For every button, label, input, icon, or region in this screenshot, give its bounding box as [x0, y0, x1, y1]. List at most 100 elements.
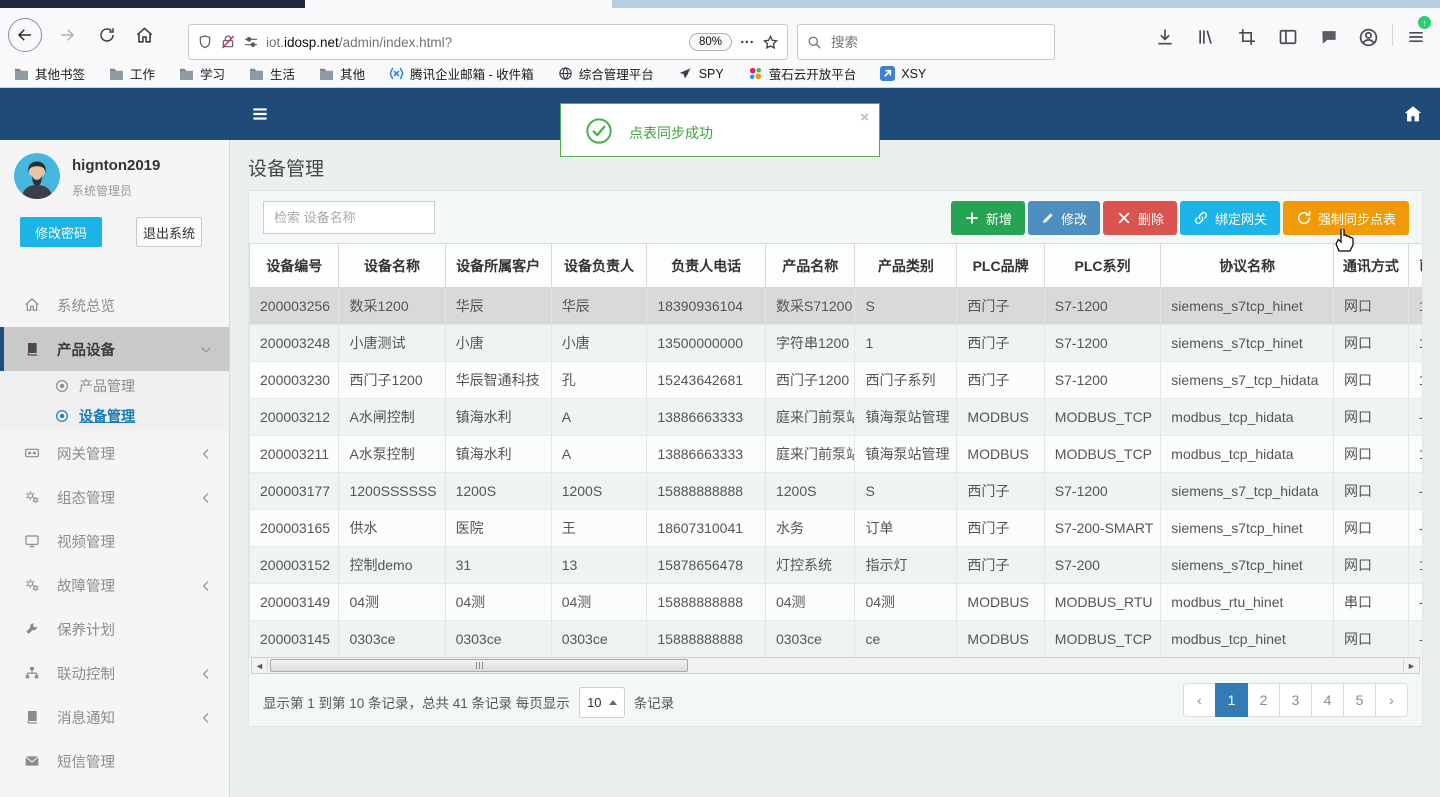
- column-header[interactable]: 产品类别: [854, 243, 958, 288]
- column-header[interactable]: PLC品牌: [956, 243, 1045, 288]
- bookmark-item[interactable]: 萤石云开放平台: [748, 64, 856, 83]
- sidebar-item-label: 产品管理: [79, 378, 135, 394]
- table-cell: 镇海泵站管理: [854, 398, 958, 436]
- horizontal-scrollbar[interactable]: ◄ ►: [251, 657, 1420, 674]
- page-button-2[interactable]: 2: [1247, 683, 1280, 717]
- scroll-right-arrow-icon[interactable]: ►: [1403, 658, 1419, 673]
- shield-icon[interactable]: [197, 34, 213, 50]
- table-cell: 镇海水利: [445, 435, 552, 473]
- sidebar-toggle-icon[interactable]: [1276, 25, 1300, 49]
- sidebar-item-产品管理[interactable]: 产品管理: [0, 371, 229, 401]
- page-button-prev[interactable]: ‹: [1183, 683, 1216, 717]
- account-icon[interactable]: [1356, 25, 1380, 49]
- bookmark-item[interactable]: 工作: [109, 64, 155, 83]
- reload-button[interactable]: [94, 22, 120, 48]
- book-icon: [24, 341, 44, 357]
- table-row[interactable]: 200003256 数采1200 华辰 华辰 18390936104 数采S71200 S 西…: [249, 287, 1422, 325]
- page-actions-icon[interactable]: [739, 34, 755, 50]
- change-password-button[interactable]: 修改密码: [20, 217, 102, 247]
- column-header[interactable]: PLC系列: [1043, 243, 1162, 288]
- bookmark-item[interactable]: 学习: [179, 64, 225, 83]
- sidebar-item-短信管理[interactable]: 短信管理: [0, 739, 229, 783]
- browser-search-bar[interactable]: [797, 24, 1055, 60]
- table-row[interactable]: 200003165 供水 医院王 18607310041 水务 订单 西门子 S7-200-S…: [249, 509, 1422, 547]
- toast-close-icon[interactable]: ×: [860, 109, 869, 126]
- arrow-app-icon: [880, 66, 896, 81]
- table-row[interactable]: 200003177 1200SSSSSS 1200S 1200S 15888888888…: [249, 472, 1422, 510]
- bookmark-item[interactable]: 腾讯企业邮箱 - 收件箱: [389, 64, 534, 83]
- cross-action-button[interactable]: 删除: [1102, 201, 1177, 235]
- column-header[interactable]: 已绑定网关: [1407, 243, 1422, 288]
- bookmark-item[interactable]: SPY: [678, 64, 724, 83]
- table-row[interactable]: 200003212 A水闸控制 镇海水利 A 13886663333 庭来门前泵站 镇海泵站…: [249, 398, 1422, 436]
- bookmark-item[interactable]: 其他: [319, 64, 365, 83]
- library-icon[interactable]: [1194, 25, 1218, 49]
- permissions-icon[interactable]: [243, 34, 259, 50]
- table-cell: 西门子: [956, 509, 1045, 547]
- cross-icon: [1116, 210, 1132, 226]
- app-home-icon[interactable]: [1402, 103, 1424, 130]
- scrollbar-thumb[interactable]: [270, 659, 688, 672]
- summary-suffix: 条记录: [633, 696, 675, 711]
- sidebar-item-保养计划[interactable]: 保养计划: [0, 607, 229, 651]
- page-button-5[interactable]: 5: [1343, 683, 1376, 717]
- sidebar-item-故障管理[interactable]: 故障管理: [0, 563, 229, 607]
- bookmark-item[interactable]: 其他书签: [14, 64, 85, 83]
- column-header[interactable]: 协议名称: [1160, 243, 1334, 288]
- sidebar-item-组态管理[interactable]: 组态管理: [0, 475, 229, 519]
- sidebar-collapse-icon[interactable]: [250, 104, 270, 129]
- zoom-level-badge[interactable]: 80%: [688, 33, 732, 51]
- scroll-left-arrow-icon[interactable]: ◄: [252, 658, 268, 673]
- table-cell: 庭来门前泵站: [765, 398, 856, 436]
- column-header[interactable]: 设备编号: [249, 243, 340, 288]
- sidebar-item-大屏管理[interactable]: 大屏管理: [0, 783, 229, 797]
- search-icon: [807, 35, 822, 50]
- page-button-1[interactable]: 1: [1215, 683, 1248, 717]
- bookmark-item[interactable]: XSY: [880, 64, 926, 83]
- sidebar-item-产品设备[interactable]: 产品设备: [0, 327, 229, 371]
- screenshot-icon[interactable]: [1235, 25, 1259, 49]
- avatar[interactable]: [14, 153, 60, 199]
- bookmark-label: 腾讯企业邮箱 - 收件箱: [410, 68, 534, 82]
- table-row[interactable]: 200003211 A水泵控制 镇海水利 A 13886663333 庭来门前泵站 镇海泵站…: [249, 435, 1422, 473]
- column-header[interactable]: 产品名称: [764, 243, 856, 288]
- sidebar-item-设备管理[interactable]: 设备管理: [0, 401, 229, 431]
- sidebar-item-网关管理[interactable]: 网关管理: [0, 431, 229, 475]
- page-button-4[interactable]: 4: [1311, 683, 1344, 717]
- sidebar-item-视频管理[interactable]: 视频管理: [0, 519, 229, 563]
- insecure-lock-icon[interactable]: [220, 34, 236, 50]
- pocket-speech-icon[interactable]: [1317, 25, 1341, 49]
- column-header[interactable]: 负责人电话: [646, 243, 766, 288]
- page-button-next[interactable]: ›: [1375, 683, 1408, 717]
- column-header[interactable]: 设备负责人: [550, 243, 648, 288]
- back-button[interactable]: [8, 18, 42, 52]
- pencil-action-button[interactable]: 修改: [1027, 201, 1100, 235]
- sidebar-item-系统总览[interactable]: 系统总览: [0, 283, 229, 327]
- home-button[interactable]: [131, 22, 157, 48]
- column-header[interactable]: 设备名称: [338, 243, 446, 288]
- device-search-input[interactable]: [263, 201, 435, 234]
- page-button-3[interactable]: 3: [1279, 683, 1312, 717]
- forward-button[interactable]: [54, 22, 80, 48]
- table-row[interactable]: 200003152 控制demo 31 13 15878656478 灯控系统 指示灯 西门子…: [249, 546, 1422, 584]
- bookmark-star-icon[interactable]: [762, 34, 779, 51]
- bookmark-item[interactable]: 生活: [249, 64, 295, 83]
- chevron-left-icon: [198, 490, 214, 510]
- plus-action-button[interactable]: 新增: [950, 201, 1025, 235]
- bookmark-item[interactable]: 综合管理平台: [558, 64, 654, 83]
- table-row[interactable]: 200003149 04测 04测 04测 15888888888 04测 04测 MODBU…: [249, 583, 1422, 621]
- logout-button[interactable]: 退出系统: [136, 217, 202, 247]
- url-bar[interactable]: iot.idosp.net/admin/index.html? 80%: [188, 24, 788, 60]
- sidebar-item-消息通知[interactable]: 消息通知: [0, 695, 229, 739]
- column-header[interactable]: 设备所属客户: [444, 243, 552, 288]
- table-row[interactable]: 200003145 0303ce 0303ce 0303ce 15888888888 03…: [249, 620, 1422, 658]
- per-page-select[interactable]: 10: [578, 686, 625, 718]
- browser-search-input[interactable]: [829, 33, 1029, 51]
- sidebar-item-联动控制[interactable]: 联动控制: [0, 651, 229, 695]
- url-text[interactable]: iot.idosp.net/admin/index.html?: [266, 35, 452, 50]
- downloads-icon[interactable]: [1153, 25, 1177, 49]
- link-action-button[interactable]: 绑定网关: [1179, 201, 1280, 235]
- table-row[interactable]: 200003248 小唐测试 小唐 小唐 13500000000 字符串1200 1 西门子 S…: [249, 324, 1422, 362]
- table-cell: 200003165: [249, 509, 340, 547]
- table-row[interactable]: 200003230 西门子1200 华辰智通科技孔 15243642681 西门子120…: [249, 361, 1422, 399]
